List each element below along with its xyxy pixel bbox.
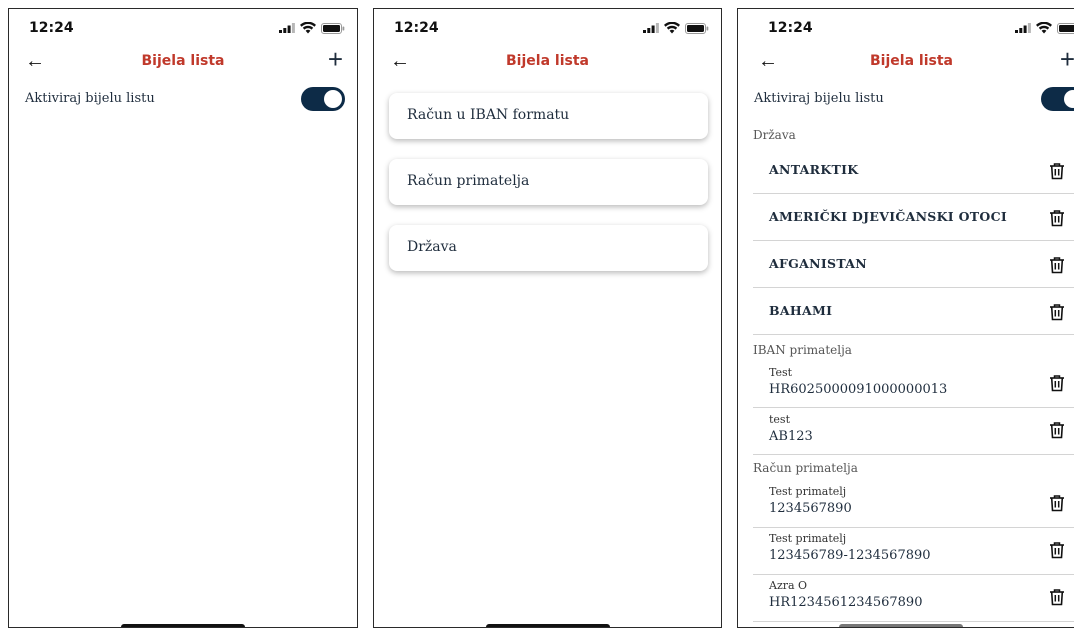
plus-icon[interactable]: + [328, 45, 343, 73]
home-indicator [485, 624, 610, 627]
status-bar: 12:24 [9, 17, 357, 41]
list-item: test AB123 [753, 408, 1074, 455]
status-time: 12:24 [29, 20, 74, 36]
page-title: Bijela lista [870, 53, 953, 69]
whitelist-toggle[interactable] [301, 87, 345, 111]
app-header: ← Bijela lista [374, 49, 721, 75]
trash-icon[interactable] [1049, 303, 1065, 321]
menu-option-account[interactable]: Račun primatelja [389, 159, 708, 205]
phone-screen-whitelist-list: 12:24 ← Bijela lista + Aktiviraj bijelu … [737, 8, 1074, 628]
status-time: 12:24 [768, 20, 813, 36]
battery-icon [1057, 23, 1074, 34]
list-item: AFGANISTAN [753, 241, 1074, 288]
toggle-label: Aktiviraj bijelu listu [754, 91, 884, 106]
iban-value: AB123 [769, 429, 813, 444]
menu-option-country[interactable]: Država [389, 225, 708, 271]
country-name: BAHAMI [769, 303, 833, 318]
trash-icon[interactable] [1049, 494, 1065, 512]
menu-option-label: Račun primatelja [407, 173, 530, 189]
whitelist-toggle-row: Aktiviraj bijelu listu [738, 87, 1074, 115]
menu-option-iban[interactable]: Račun u IBAN formatu [389, 93, 708, 139]
app-header: ← Bijela lista + [738, 45, 1074, 75]
account-value: 1234567890 [769, 501, 852, 516]
trash-icon[interactable] [1049, 421, 1065, 439]
country-name: AMERIČKI DJEVIČANSKI OTOCI [769, 209, 1007, 224]
list-item: ANTARKTIK [753, 146, 1074, 194]
recipient-name: Test [769, 366, 793, 379]
recipient-name: Azra O [769, 579, 808, 592]
section-label-account: Račun primatelja [753, 461, 858, 475]
menu-option-label: Račun u IBAN formatu [407, 107, 570, 123]
list-item: Test primatelj 1234567890 [753, 481, 1074, 528]
page-title: Bijela lista [141, 53, 225, 69]
toggle-label: Aktiviraj bijelu listu [25, 91, 155, 106]
list-item: BAHAMI [753, 288, 1074, 335]
whitelist-toggle-row: Aktiviraj bijelu listu [9, 87, 357, 115]
recipient-name: Test primatelj [769, 485, 847, 498]
status-bar: 12:24 [374, 17, 721, 41]
home-indicator [121, 624, 245, 627]
page-title: Bijela lista [506, 53, 589, 69]
account-value: HR1234561234567890 [769, 595, 923, 610]
trash-icon[interactable] [1049, 588, 1065, 606]
section-label-iban: IBAN primatelja [753, 343, 852, 357]
wifi-icon [1036, 22, 1052, 34]
battery-icon [685, 23, 709, 34]
home-indicator [838, 624, 963, 627]
list-item: Test HR6025000091000000013 [753, 361, 1074, 408]
country-name: ANTARKTIK [769, 162, 859, 177]
section-label-country: Država [753, 128, 796, 142]
trash-icon[interactable] [1049, 374, 1065, 392]
phone-screen-whitelist-toggle: 12:24 ← Bijela lista + Aktiviraj bijelu … [8, 8, 358, 628]
wifi-icon [664, 22, 680, 34]
wifi-icon [300, 22, 316, 34]
recipient-name: Test primatelj [769, 532, 847, 545]
menu-option-label: Država [407, 239, 457, 255]
plus-icon[interactable]: + [1060, 45, 1074, 73]
trash-icon[interactable] [1049, 162, 1065, 180]
status-time: 12:24 [394, 20, 439, 36]
recipient-name: test [769, 413, 790, 426]
list-item: AMERIČKI DJEVIČANSKI OTOCI [753, 194, 1074, 241]
trash-icon[interactable] [1049, 209, 1065, 227]
status-bar: 12:24 [738, 17, 1074, 41]
account-value: 123456789-1234567890 [769, 548, 931, 563]
signal-icon [279, 23, 295, 33]
whitelist-toggle[interactable] [1041, 87, 1074, 111]
battery-icon [321, 23, 345, 34]
country-name: AFGANISTAN [769, 256, 867, 271]
list-item: Test primatelj 123456789-1234567890 [753, 528, 1074, 575]
phone-screen-add-menu: 12:24 ← Bijela lista Račun u IBAN format… [373, 8, 722, 628]
trash-icon[interactable] [1049, 541, 1065, 559]
signal-icon [1015, 23, 1031, 33]
app-header: ← Bijela lista + [9, 45, 357, 75]
list-item: Azra O HR1234561234567890 [753, 575, 1074, 622]
iban-value: HR6025000091000000013 [769, 382, 948, 397]
signal-icon [643, 23, 659, 33]
trash-icon[interactable] [1049, 256, 1065, 274]
